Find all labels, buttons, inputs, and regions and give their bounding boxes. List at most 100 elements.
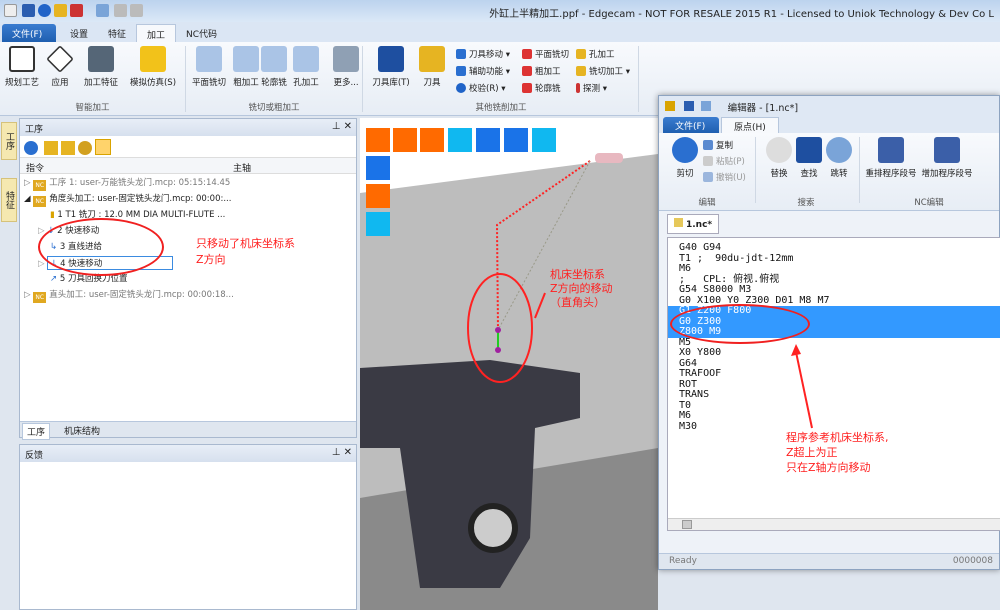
info-icon[interactable] xyxy=(38,4,51,17)
doc-tab[interactable]: 1.nc* xyxy=(667,214,720,234)
add-number-button[interactable]: 增加程序段号 xyxy=(919,137,975,179)
copy-button[interactable]: 复制 xyxy=(703,139,733,151)
tab-process[interactable]: 工序 xyxy=(22,423,51,440)
cut-button[interactable]: 剪切 xyxy=(663,137,707,179)
save-icon[interactable] xyxy=(22,4,35,17)
left-strip: 工序 特征 xyxy=(0,118,18,610)
aux-icon xyxy=(456,66,466,76)
transparent-icon[interactable] xyxy=(366,212,390,236)
pin-close-icons[interactable]: ⊥ ✕ xyxy=(332,121,352,132)
apply-button[interactable]: 应用 xyxy=(38,45,82,88)
label: 更多... xyxy=(333,78,359,88)
tab-file[interactable]: 文件(F) xyxy=(2,24,56,42)
machine-view-icon[interactable] xyxy=(393,128,417,152)
settings-icon[interactable] xyxy=(78,141,92,155)
sync-icon[interactable] xyxy=(95,139,111,155)
tree-row[interactable]: ▷ NC 直头加工: user-固定铣头龙门.mcp: 00:00:18... xyxy=(24,288,234,304)
undo-button[interactable]: 撤销(U) xyxy=(703,171,746,183)
probe-button[interactable]: 探测 ▾ xyxy=(576,82,607,94)
code-line[interactable]: T0 xyxy=(668,400,1000,412)
delete-icon[interactable] xyxy=(130,4,143,17)
paste-button[interactable]: 粘贴(P) xyxy=(703,155,745,167)
profile-small-button[interactable]: 轮廓铣 xyxy=(522,82,561,94)
undo-icon[interactable] xyxy=(700,101,711,111)
code-line[interactable]: TRANS xyxy=(668,389,1000,401)
add-icon[interactable] xyxy=(44,141,58,155)
renumber-button[interactable]: 重排程序段号 xyxy=(863,137,919,179)
tab-machining[interactable]: 加工 xyxy=(136,24,177,42)
divider xyxy=(755,137,756,203)
mill-button[interactable]: 铣切加工 ▾ xyxy=(576,65,630,77)
col-command[interactable]: 指令 xyxy=(26,161,44,174)
scissors-icon xyxy=(672,137,698,163)
hole-button[interactable]: 孔加工 xyxy=(284,46,328,88)
tab-features[interactable]: 特征 xyxy=(98,24,136,42)
verify-button[interactable]: 校验(R) ▾ xyxy=(456,82,506,94)
isometric-view-icon[interactable] xyxy=(366,128,390,152)
editor-title-bar: 编辑器 - [1.nc*] xyxy=(659,96,999,116)
tab-home[interactable]: 原点(H) xyxy=(721,117,779,133)
code-area[interactable]: G40 G94 T1 ; 90du-jdt-12mm M6 ; CPL: 俯视.… xyxy=(667,237,1000,531)
wireframe-icon[interactable] xyxy=(366,156,390,180)
tab-nc-code[interactable]: NC代码 xyxy=(176,24,227,42)
code-line[interactable]: X0 Y800 xyxy=(668,347,1000,359)
code-line[interactable]: T1 ; 90du-jdt-12mm xyxy=(668,253,1000,265)
simulate-button[interactable]: 模拟仿真(S) xyxy=(126,46,180,88)
redo-icon[interactable] xyxy=(114,4,127,17)
undo-icon[interactable] xyxy=(96,4,109,17)
zoom-icon[interactable] xyxy=(476,128,500,152)
side-tab-features[interactable]: 特征 xyxy=(1,178,17,222)
tab-settings[interactable]: 设置 xyxy=(60,24,98,42)
annotation-line: 只移动了机床坐标系 xyxy=(196,237,295,250)
nc-icon: NC xyxy=(33,292,47,303)
hole-small-button[interactable]: 孔加工 xyxy=(576,48,615,60)
ribbon-tabs: 文件(F) 设置 特征 加工 NC代码 xyxy=(0,22,1000,42)
side-tab-process[interactable]: 工序 xyxy=(1,122,17,160)
copy-icon xyxy=(703,140,713,150)
pin-close-icons[interactable]: ⊥ ✕ xyxy=(332,447,352,458)
face-mill-small-button[interactable]: 平面铣切 xyxy=(522,48,569,60)
scroll-thumb[interactable] xyxy=(682,520,692,529)
code-line[interactable]: M6 xyxy=(668,410,1000,422)
label: 增加程序段号 xyxy=(921,169,973,179)
plan-icon xyxy=(9,46,35,72)
divider xyxy=(362,46,363,112)
label: 校验(R) xyxy=(469,84,499,94)
view-cube-icon[interactable] xyxy=(532,128,556,152)
help-icon[interactable] xyxy=(54,4,67,17)
code-line[interactable]: G40 G94 xyxy=(668,242,1000,254)
tree-row[interactable]: ◢ NC 角度头加工: user-固定铣头龙门.mcp: 00:00:... xyxy=(24,192,231,208)
tool-button[interactable]: 刀具 xyxy=(410,46,454,88)
goto-button[interactable]: 跳转 xyxy=(817,137,861,179)
rough-small-button[interactable]: 粗加工 xyxy=(522,65,561,77)
status-line-number: 0000008 xyxy=(952,556,993,566)
tool-move-button[interactable]: 刀具移动 ▾ xyxy=(456,48,510,60)
code-line[interactable]: M6 xyxy=(668,263,1000,275)
label: 复制 xyxy=(716,141,734,151)
tool-library-button[interactable]: 刀具库(T) xyxy=(366,46,416,88)
list-icon[interactable] xyxy=(504,128,528,152)
label: 刀具库(T) xyxy=(372,78,410,88)
label: 模拟仿真(S) xyxy=(129,78,177,88)
refresh-icon[interactable] xyxy=(24,141,38,155)
col-spindle[interactable]: 主轴 xyxy=(233,161,251,174)
tab-file[interactable]: 文件(F) xyxy=(663,117,719,133)
save-icon[interactable] xyxy=(683,101,694,111)
annotation-line: 程序参考机床坐标系, xyxy=(786,431,889,444)
tab-machine-structure[interactable]: 机床结构 xyxy=(60,423,104,438)
tree-row[interactable]: ▷ NC 工序 1: user-万能铣头龙门.mcp: 05:15:14.45 xyxy=(24,176,230,192)
code-line[interactable]: ROT xyxy=(668,379,1000,391)
edit-icon[interactable] xyxy=(61,141,75,155)
3d-viewport[interactable]: 机床坐标系 Z方向的移动 （直角头） xyxy=(360,118,658,610)
brush-icon[interactable] xyxy=(70,4,83,17)
horizontal-scrollbar[interactable] xyxy=(668,518,1000,530)
solid-icon[interactable] xyxy=(366,184,390,208)
aux-function-button[interactable]: 辅助功能 ▾ xyxy=(456,65,510,77)
label: 角度头加工: user-固定铣头龙门.mcp: 00:00:... xyxy=(49,194,232,204)
code-line[interactable]: TRAFOOF xyxy=(668,368,1000,380)
label: 剪切 xyxy=(676,169,694,179)
machine-setup-icon[interactable] xyxy=(420,128,444,152)
code-line[interactable]: G54 S8000 M3 xyxy=(668,284,1000,296)
tool-view-icon[interactable] xyxy=(448,128,472,152)
machining-feature-button[interactable]: 加工特征 xyxy=(78,46,124,88)
